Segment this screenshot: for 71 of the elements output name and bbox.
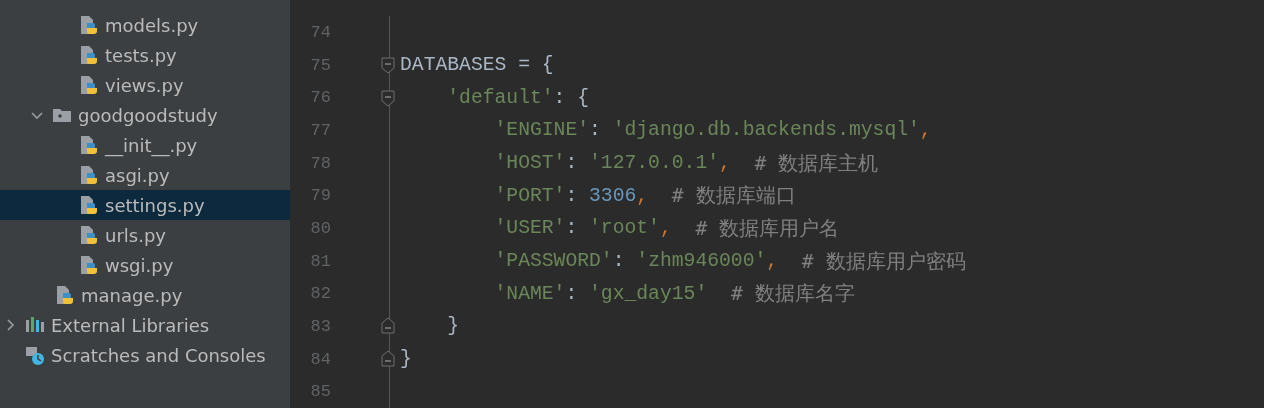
- tree-item[interactable]: urls.py: [0, 220, 290, 250]
- code-token: 'default': [446, 86, 554, 109]
- python-file-icon: [79, 44, 99, 66]
- line-number: 75: [309, 55, 331, 75]
- code-token: ,: [766, 250, 779, 273]
- code-token: # 数据库主机: [753, 150, 879, 177]
- python-file-icon: [79, 134, 99, 156]
- line-number: 78: [309, 153, 331, 173]
- line-number: 83: [309, 316, 331, 336]
- code-token: 'USER': [493, 217, 566, 240]
- line-number: 82: [309, 284, 331, 304]
- line-number: 81: [309, 251, 331, 271]
- python-file-icon: [55, 284, 75, 306]
- python-file-icon: [79, 224, 99, 246]
- code-token: :: [565, 152, 579, 174]
- code-token: # 数据库端口: [670, 183, 796, 210]
- code-token: }: [446, 315, 460, 338]
- code-token: 'zhm946000': [636, 250, 767, 273]
- tree-item[interactable]: views.py: [0, 70, 290, 100]
- tree-item[interactable]: tests.py: [0, 40, 290, 70]
- scratches-icon: [25, 344, 45, 366]
- code-token: '127.0.0.1': [589, 152, 719, 174]
- code-token: # 数据库用户名: [694, 215, 840, 242]
- tree-item[interactable]: goodgoodstudy: [0, 100, 290, 130]
- code-token: : {: [553, 86, 590, 109]
- code-token: 'HOST': [493, 152, 566, 174]
- code-token: 'PORT': [493, 184, 566, 207]
- tree-item[interactable]: wsgi.py: [0, 250, 290, 280]
- code-token: 'PASSWORD': [493, 250, 613, 273]
- code-token: ,: [636, 184, 649, 207]
- code-token: :: [612, 250, 626, 273]
- python-file-icon: [79, 164, 99, 186]
- python-file-icon: [79, 74, 99, 96]
- code-token: :: [589, 119, 602, 142]
- code-token: ,: [659, 217, 672, 240]
- tree-item[interactable]: models.py: [0, 10, 290, 40]
- line-number: 79: [309, 186, 331, 206]
- tree-item[interactable]: __init__.py: [0, 130, 290, 160]
- fold-marker-icon[interactable]: [381, 316, 395, 337]
- line-number: 84: [309, 349, 331, 369]
- fold-marker-icon[interactable]: [381, 87, 395, 108]
- code-token: 'root': [589, 217, 660, 240]
- python-file-icon: [79, 14, 99, 36]
- code-token: :: [565, 282, 579, 305]
- code-token: 'NAME': [493, 282, 566, 305]
- tree-item[interactable]: Scratches and Consoles: [0, 340, 290, 370]
- line-number: 74: [309, 22, 331, 42]
- tree-item[interactable]: settings.py: [0, 190, 290, 220]
- line-number: 80: [309, 218, 331, 238]
- code-token: ,: [719, 152, 731, 174]
- tree-item[interactable]: External Libraries: [0, 310, 290, 340]
- code-token: # 数据库用户密码: [800, 248, 966, 275]
- python-file-icon: [79, 194, 99, 216]
- code-token: 'gx_day15': [589, 282, 708, 305]
- fold-marker-icon[interactable]: [381, 55, 395, 75]
- python-file-icon: [79, 254, 99, 276]
- line-number: 76: [309, 88, 331, 108]
- code-token: :: [565, 184, 579, 207]
- tree-item[interactable]: asgi.py: [0, 160, 290, 190]
- line-number: 77: [309, 120, 331, 140]
- fold-marker-icon[interactable]: [381, 349, 395, 370]
- code-token: 'django.db.backends.mysql': [612, 119, 920, 142]
- code-token: 'ENGINE': [493, 119, 590, 142]
- code-token: }: [400, 348, 412, 371]
- line-number: 85: [309, 382, 331, 402]
- code-token: # 数据库名字: [729, 281, 855, 308]
- code-token: ,: [919, 119, 932, 142]
- code-token: DATABASES = {: [400, 54, 554, 76]
- code-token: :: [565, 217, 579, 240]
- tree-item[interactable]: manage.py: [0, 280, 290, 310]
- code-token: 3306: [589, 184, 637, 207]
